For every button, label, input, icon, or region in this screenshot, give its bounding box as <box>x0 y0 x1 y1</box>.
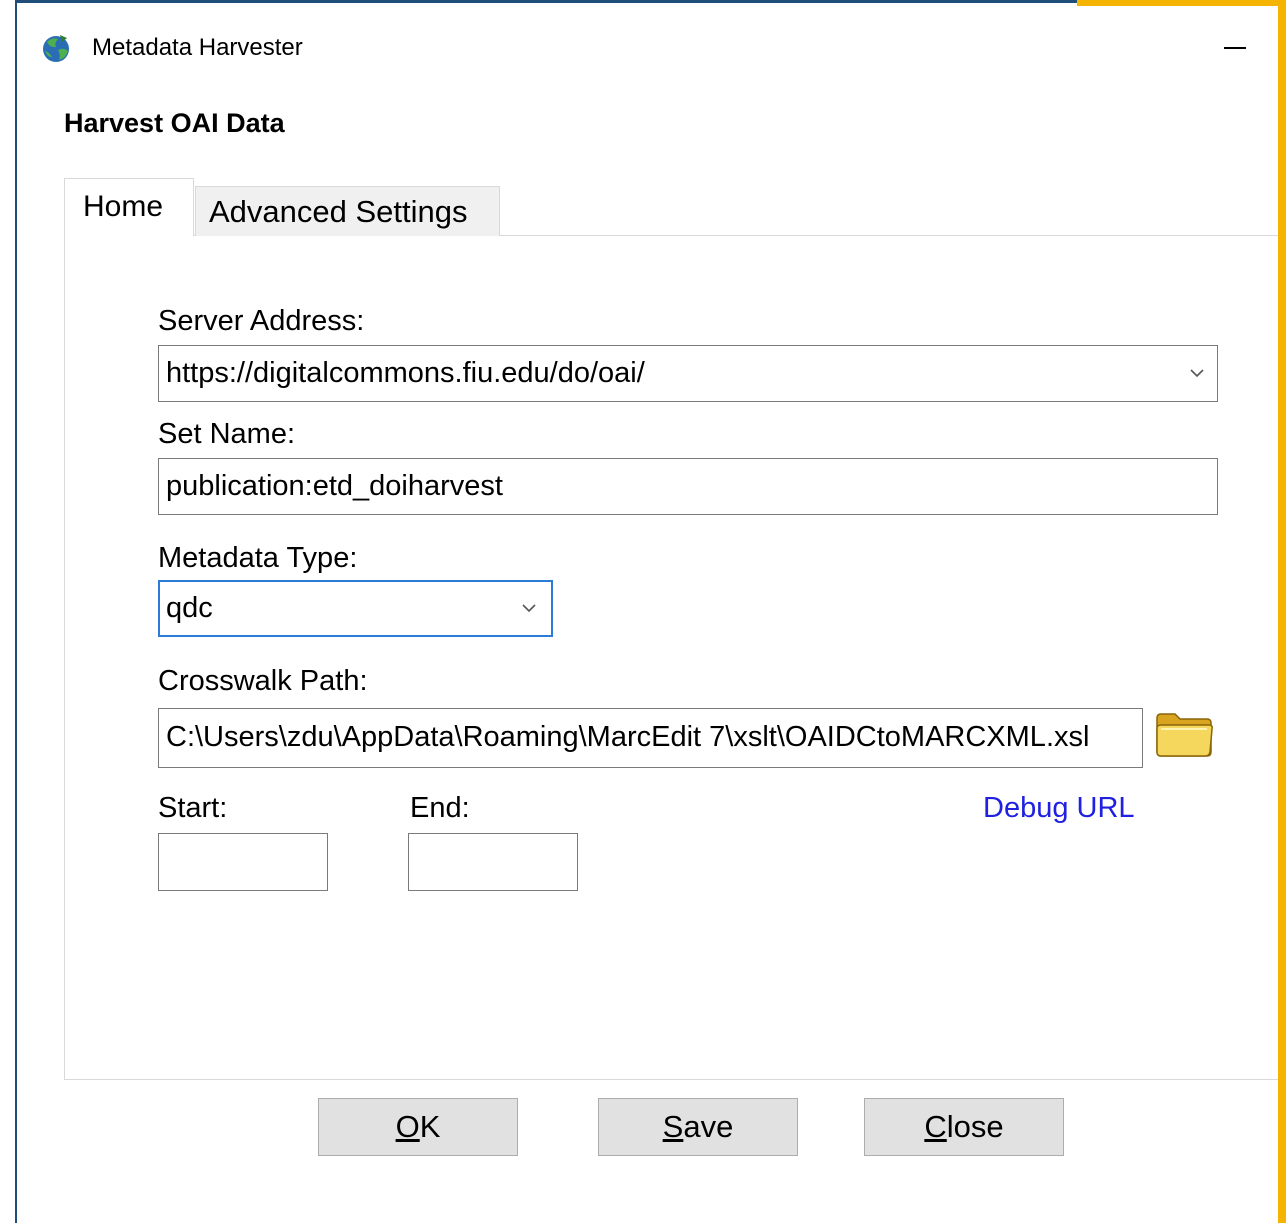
tab-advanced-settings[interactable]: Advanced Settings <box>195 186 500 236</box>
set-name-value: publication:etd_doiharvest <box>166 470 503 502</box>
highlight-border-right <box>1278 0 1286 1223</box>
dialog-heading: Harvest OAI Data <box>64 108 285 138</box>
close-button[interactable]: Close <box>864 1098 1064 1156</box>
minimize-button[interactable] <box>1218 32 1252 66</box>
highlight-border-top <box>1077 0 1286 6</box>
globe-recycle-icon <box>40 32 72 64</box>
tab-home-label: Home <box>83 190 164 223</box>
close-button-mnemonic: C <box>924 1109 947 1144</box>
server-address-value: https://digitalcommons.fiu.edu/do/oai/ <box>166 357 645 389</box>
window-border-left <box>0 0 17 1223</box>
tab-home[interactable]: Home <box>64 178 194 236</box>
window-title: Metadata Harvester <box>92 34 303 61</box>
set-name-field[interactable]: publication:etd_doiharvest <box>158 458 1218 515</box>
ok-button-label: K <box>419 1109 441 1144</box>
end-label: End: <box>410 792 470 824</box>
set-name-label: Set Name: <box>158 418 295 450</box>
tab-advanced-settings-label: Advanced Settings <box>209 194 468 229</box>
metadata-type-combobox[interactable]: qdc <box>158 580 553 637</box>
end-field[interactable] <box>408 833 578 891</box>
folder-icon[interactable] <box>1153 708 1215 760</box>
ok-button-mnemonic: O <box>395 1109 420 1144</box>
chevron-down-icon[interactable] <box>511 582 547 635</box>
close-button-label: lose <box>946 1109 1004 1144</box>
crosswalk-path-label: Crosswalk Path: <box>158 665 368 697</box>
chevron-down-icon[interactable] <box>1179 346 1215 401</box>
debug-url-link[interactable]: Debug URL <box>983 790 1135 826</box>
window-border-top <box>17 0 1077 3</box>
start-label: Start: <box>158 792 228 824</box>
save-button[interactable]: Save <box>598 1098 798 1156</box>
crosswalk-path-value: C:\Users\zdu\AppData\Roaming\MarcEdit 7\… <box>166 721 1090 753</box>
start-field[interactable] <box>158 833 328 891</box>
minimize-icon <box>1224 47 1246 49</box>
metadata-type-value: qdc <box>166 592 213 624</box>
server-address-combobox[interactable]: https://digitalcommons.fiu.edu/do/oai/ <box>158 345 1218 402</box>
ok-button[interactable]: OK <box>318 1098 518 1156</box>
save-button-mnemonic: S <box>662 1109 684 1144</box>
metadata-type-label: Metadata Type: <box>158 542 358 574</box>
save-button-label: ave <box>683 1109 734 1144</box>
crosswalk-path-field[interactable]: C:\Users\zdu\AppData\Roaming\MarcEdit 7\… <box>158 708 1143 768</box>
server-address-label: Server Address: <box>158 305 365 337</box>
